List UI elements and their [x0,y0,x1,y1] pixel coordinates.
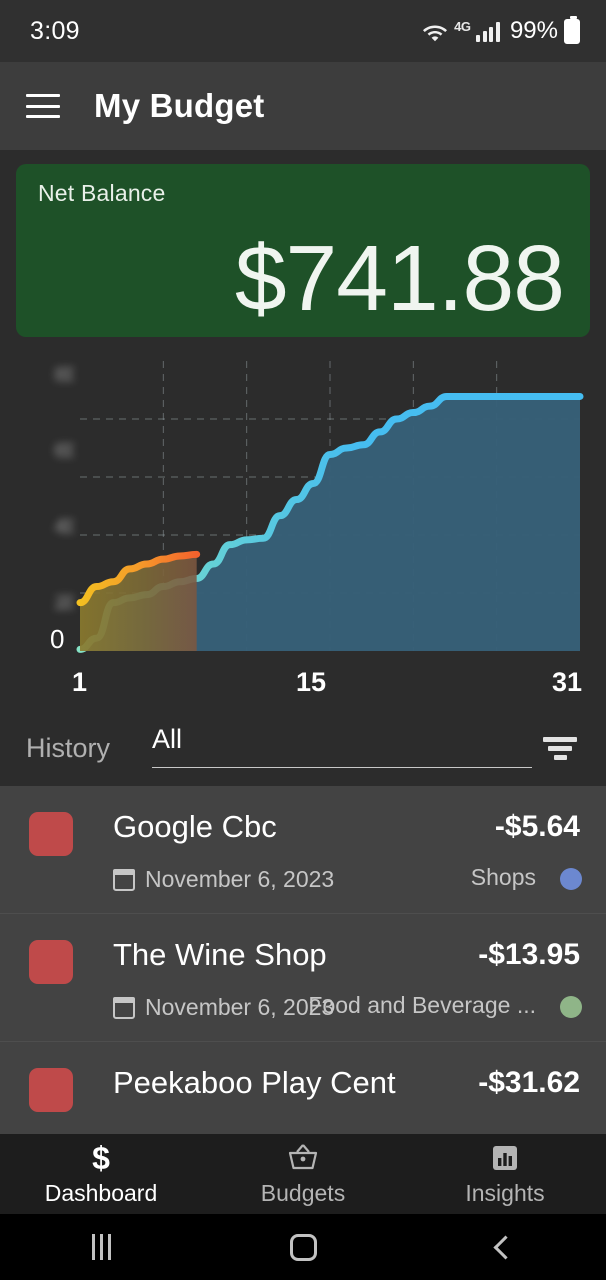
transaction-title: Peekaboo Play Cent [113,1065,396,1100]
nav-item-dashboard[interactable]: $ Dashboard [0,1134,202,1214]
net-balance-amount: $741.88 [234,226,565,330]
select-underline [152,766,532,768]
android-navigation-bar [0,1214,606,1280]
battery-percent-label: 99% [509,17,558,44]
y-tick-label: 600 [54,441,74,462]
nav-label-budgets: Budgets [260,1180,346,1206]
transaction-date-group: November 6, 2023 [113,994,334,1021]
net-balance-label: Net Balance [38,180,166,206]
app-screen: 3:09 4G 99% My Budget Net Balance $741.8… [0,0,606,1280]
filter-icon[interactable] [540,732,580,764]
history-filter-value: All [152,724,183,754]
category-color-swatch [29,1068,73,1112]
history-filter-select[interactable]: All [152,720,532,776]
y-axis-tick-labels: 800 600 400 200 [38,365,74,615]
transaction-title: Google Cbc [113,809,277,844]
chart-plot-area [80,361,580,651]
history-filter-bar: History All [0,710,606,786]
calendar-icon [113,996,135,1019]
transaction-date-group: November 6, 2023 [113,866,334,893]
category-color-swatch [29,940,73,984]
basket-icon [287,1141,319,1175]
transaction-amount: -$13.95 [478,938,580,971]
wifi-icon [422,20,448,42]
page-title: My Budget [94,87,265,124]
x-tick-label-mid: 15 [296,667,327,697]
y-tick-label: 400 [54,517,74,538]
nav-item-insights[interactable]: Insights [404,1134,606,1214]
bar-chart-icon [490,1141,520,1175]
transaction-row[interactable]: Peekaboo Play Cent -$31.62 [0,1042,606,1134]
battery-full-icon [564,15,580,44]
transaction-category-dot [560,868,582,890]
transaction-row[interactable]: The Wine Shop -$13.95 November 6, 2023 F… [0,914,606,1042]
x-axis-tick-labels: 1 15 31 [0,667,606,701]
x-tick-label-first: 1 [72,667,88,697]
network-type-label: 4G [454,18,471,34]
y-tick-label: 200 [54,593,74,614]
y-tick-label: 800 [54,365,74,386]
calendar-icon [113,868,135,891]
transaction-amount: -$5.64 [494,810,580,843]
x-tick-label-last: 31 [551,667,582,697]
transaction-date: November 6, 2023 [145,994,335,1020]
transaction-amount: -$31.62 [478,1066,580,1099]
dollar-sign-icon: $ [92,1140,110,1176]
transaction-category: Shops [470,864,536,890]
transaction-row[interactable]: Google Cbc -$5.64 November 6, 2023 Shops [0,786,606,914]
net-balance-card[interactable]: Net Balance $741.88 [16,164,590,337]
status-icons: 4G 99% [422,15,580,45]
hamburger-menu-icon[interactable] [26,94,60,118]
history-label: History [26,732,111,763]
status-bar: 3:09 4G 99% [0,0,606,62]
nav-label-dashboard: Dashboard [44,1180,158,1206]
transaction-date: November 6, 2023 [145,866,335,892]
back-icon[interactable] [404,1214,606,1280]
chart-svg [80,361,580,651]
nav-label-insights: Insights [465,1180,545,1206]
app-bar: My Budget [0,62,606,150]
transaction-title: The Wine Shop [113,937,327,972]
y-axis-zero-label: 0 [50,624,65,654]
category-color-swatch [29,812,73,856]
home-icon[interactable] [202,1214,404,1280]
recents-icon[interactable] [0,1214,202,1280]
bottom-navigation: $ Dashboard Budgets Insights [0,1134,606,1214]
balance-history-chart[interactable]: 800 600 400 200 0 1 15 31 [0,345,606,697]
nav-item-budgets[interactable]: Budgets [202,1134,404,1214]
signal-bars-icon [476,20,500,42]
status-time: 3:09 [30,16,80,45]
transaction-category-dot [560,996,582,1018]
transaction-list[interactable]: Google Cbc -$5.64 November 6, 2023 Shops… [0,786,606,1134]
transaction-category: Food and Beverage ... [308,992,536,1018]
